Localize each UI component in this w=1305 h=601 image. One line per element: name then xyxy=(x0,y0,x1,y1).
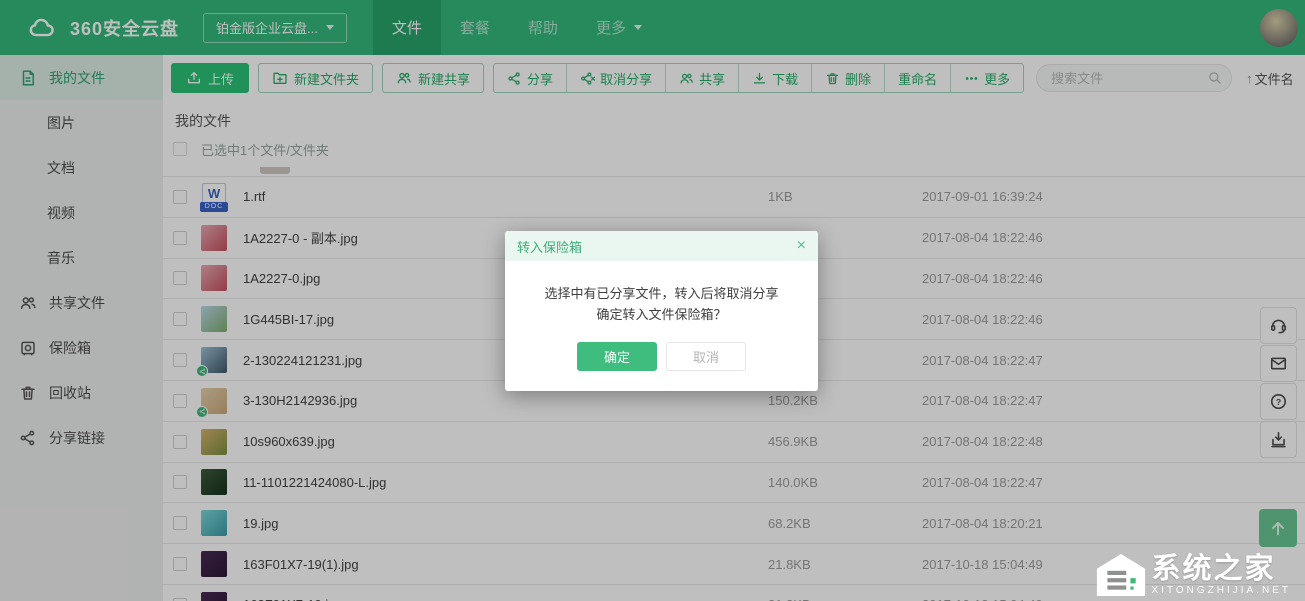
transfer-safebox-dialog: 转入保险箱 × 选择中有已分享文件，转入后将取消分享 确定转入文件保险箱？ 确定… xyxy=(505,231,818,391)
dialog-message-line1: 选择中有已分享文件，转入后将取消分享 xyxy=(515,283,808,304)
dialog-title: 转入保险箱 xyxy=(517,237,582,256)
watermark-subtitle: XITONGZHIJIA.NET xyxy=(1152,585,1292,596)
watermark: 系统之家 XITONGZHIJIA.NET xyxy=(1095,553,1292,597)
watermark-title: 系统之家 xyxy=(1152,554,1292,584)
house-logo-icon xyxy=(1095,553,1147,597)
close-icon[interactable]: × xyxy=(797,238,806,254)
confirm-button[interactable]: 确定 xyxy=(577,342,657,371)
dialog-header: 转入保险箱 × xyxy=(505,231,818,261)
cancel-button[interactable]: 取消 xyxy=(666,342,746,371)
dialog-body: 选择中有已分享文件，转入后将取消分享 确定转入文件保险箱？ 确定 取消 xyxy=(505,261,818,391)
dialog-message-line2: 确定转入文件保险箱？ xyxy=(515,304,808,325)
